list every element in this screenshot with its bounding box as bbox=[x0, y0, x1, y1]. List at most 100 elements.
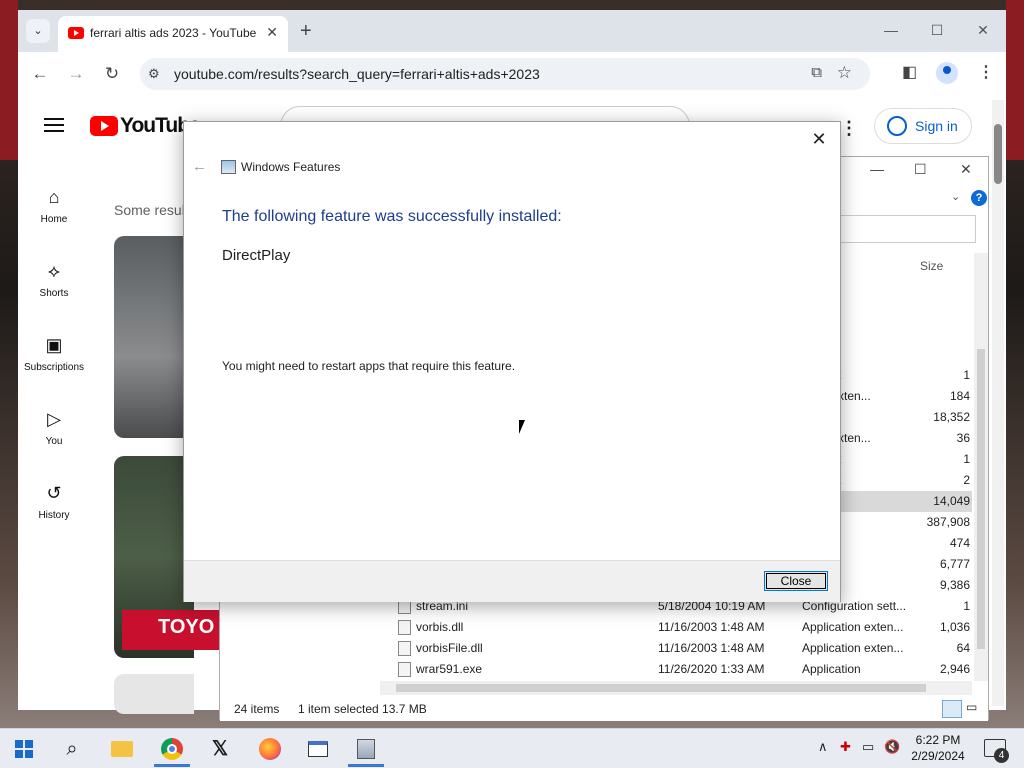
windows-features-icon bbox=[221, 160, 236, 174]
file-size: 474 bbox=[949, 536, 970, 550]
taskbar-x[interactable]: 𝕏 bbox=[198, 733, 242, 765]
shorts-icon: ⟡ bbox=[48, 261, 60, 281]
nav-shorts[interactable]: ⟡ Shorts bbox=[18, 260, 90, 299]
dialog-heading: The following feature was successfully i… bbox=[222, 208, 562, 225]
notification-badge: 4 bbox=[994, 748, 1009, 763]
start-button[interactable] bbox=[2, 733, 46, 765]
file-row[interactable]: vorbisFile.dll 11/16/2003 1:48 AM Applicat… bbox=[380, 638, 972, 659]
subscriptions-icon: ▣ bbox=[45, 335, 63, 355]
firefox-icon bbox=[259, 738, 281, 760]
clock-date: 2/29/2024 bbox=[911, 749, 965, 763]
url-text[interactable]: youtube.com/results?search_query=ferrari… bbox=[174, 66, 540, 82]
nav-history-label: History bbox=[38, 510, 70, 521]
tab-search-button[interactable]: ⌄ bbox=[26, 19, 50, 43]
details-view-icon[interactable] bbox=[942, 700, 962, 718]
minimize-icon[interactable]: — bbox=[870, 161, 884, 177]
windows-features-icon bbox=[357, 739, 375, 759]
taskbar-firefox[interactable] bbox=[248, 733, 292, 765]
back-arrow-icon[interactable]: ← bbox=[192, 158, 207, 175]
nav-subscriptions[interactable]: ▣ Subscriptions bbox=[18, 334, 90, 373]
volume-muted-icon[interactable]: 🔇 bbox=[884, 739, 900, 755]
help-icon[interactable]: ? bbox=[971, 190, 987, 206]
scrollbar-thumb[interactable] bbox=[396, 684, 926, 692]
video-thumbnail[interactable] bbox=[114, 674, 194, 714]
windows-features-dialog: ✕ ← Windows Features The following featu… bbox=[183, 121, 841, 602]
file-date: 11/26/2020 1:33 AM bbox=[658, 662, 765, 676]
address-bar[interactable]: ⚙ youtube.com/results?search_query=ferra… bbox=[140, 58, 870, 90]
file-size: 9,386 bbox=[939, 578, 970, 592]
windows-logo-icon bbox=[15, 740, 33, 758]
security-icon[interactable]: ✚ bbox=[840, 739, 851, 755]
taskbar-notepad[interactable] bbox=[296, 733, 340, 765]
file-size: 1,036 bbox=[939, 620, 970, 634]
forward-icon[interactable]: → bbox=[64, 62, 88, 86]
scrollbar-thumb[interactable] bbox=[977, 349, 985, 649]
browser-toolbar: ← → ↻ ⚙ youtube.com/results?search_query… bbox=[18, 52, 1006, 96]
nav-history[interactable]: ↺ History bbox=[18, 482, 90, 521]
close-window-icon[interactable]: ✕ bbox=[968, 18, 998, 42]
file-name: vorbis.dll bbox=[416, 620, 464, 634]
minimize-icon[interactable]: — bbox=[876, 18, 906, 42]
profile-avatar-icon[interactable] bbox=[936, 62, 958, 84]
file-icon bbox=[398, 662, 411, 677]
close-tab-icon[interactable]: ✕ bbox=[266, 24, 278, 41]
file-size: 2 bbox=[963, 473, 970, 487]
file-icon bbox=[398, 620, 411, 635]
file-type: Application bbox=[802, 662, 861, 676]
bookmark-star-icon[interactable]: ☆ bbox=[837, 63, 852, 83]
search-button[interactable]: ⌕ bbox=[50, 733, 94, 765]
menu-hamburger-icon[interactable] bbox=[44, 118, 64, 132]
file-row[interactable]: wrar591.exe 11/26/2020 1:33 AM Application… bbox=[380, 659, 972, 680]
video-thumbnail[interactable] bbox=[114, 236, 194, 438]
file-size: 6,777 bbox=[939, 557, 970, 571]
browser-tab[interactable]: ferrari altis ads 2023 - YouTube ✕ bbox=[58, 16, 288, 52]
nav-home[interactable]: ⌂ Home bbox=[18, 186, 90, 225]
close-icon[interactable]: ✕ bbox=[804, 126, 834, 152]
maximize-icon[interactable]: ☐ bbox=[914, 161, 927, 178]
system-clock[interactable]: 6:22 PM 2/29/2024 bbox=[906, 732, 970, 764]
page-scrollbar[interactable] bbox=[992, 100, 1004, 706]
new-tab-button[interactable]: + bbox=[300, 19, 312, 43]
mouse-cursor-icon bbox=[519, 420, 531, 434]
taskbar-windows-features[interactable] bbox=[344, 733, 388, 767]
close-button[interactable]: Close bbox=[764, 571, 828, 591]
file-row[interactable]: vorbis.dll 11/16/2003 1:48 AM Application … bbox=[380, 617, 972, 638]
file-size: 14,049 bbox=[933, 494, 970, 508]
side-panel-icon[interactable]: ◧ bbox=[902, 62, 917, 82]
scrollbar-thumb[interactable] bbox=[994, 124, 1002, 184]
installed-feature-name: DirectPlay bbox=[222, 247, 291, 264]
site-info-icon[interactable]: ⚙ bbox=[148, 66, 160, 82]
horizontal-scrollbar[interactable] bbox=[380, 681, 972, 695]
dialog-footer: Close bbox=[184, 560, 840, 602]
taskbar-file-explorer[interactable] bbox=[100, 733, 144, 765]
column-header-size[interactable]: Size bbox=[920, 259, 943, 273]
nav-you-label: You bbox=[45, 436, 63, 447]
taskbar-chrome[interactable] bbox=[150, 733, 194, 767]
you-icon: ▷ bbox=[47, 409, 61, 429]
x-logo-icon: 𝕏 bbox=[211, 738, 229, 760]
close-window-icon[interactable]: ✕ bbox=[960, 161, 972, 178]
clock-time: 6:22 PM bbox=[915, 733, 961, 747]
more-options-icon[interactable]: ⋮ bbox=[840, 118, 858, 139]
youtube-logo-icon[interactable] bbox=[90, 116, 118, 136]
home-icon: ⌂ bbox=[48, 187, 60, 207]
explorer-search-box[interactable] bbox=[840, 215, 976, 243]
maximize-icon[interactable]: ☐ bbox=[922, 18, 952, 42]
network-icon[interactable]: ▭ bbox=[862, 739, 874, 755]
file-icon bbox=[398, 641, 411, 656]
large-icons-view-icon[interactable]: ▭ bbox=[966, 700, 984, 718]
status-bar: 24 items 1 item selected 13.7 MB ▭ bbox=[220, 697, 988, 721]
install-app-icon[interactable]: ⧉ bbox=[811, 64, 822, 81]
youtube-favicon-icon bbox=[68, 27, 84, 39]
chrome-menu-icon[interactable]: ⋮ bbox=[978, 62, 994, 82]
show-hidden-icons-icon[interactable]: ∧ bbox=[818, 739, 828, 755]
wallpaper-detail bbox=[1006, 0, 1024, 160]
nav-you[interactable]: ▷ You bbox=[18, 408, 90, 447]
back-icon[interactable]: ← bbox=[28, 62, 52, 86]
reload-icon[interactable]: ↻ bbox=[100, 62, 124, 86]
sign-in-button[interactable]: Sign in bbox=[874, 108, 972, 144]
vertical-scrollbar[interactable] bbox=[974, 253, 988, 681]
file-date: 11/16/2003 1:48 AM bbox=[658, 641, 765, 655]
expand-ribbon-icon[interactable]: ⌄ bbox=[951, 190, 960, 203]
notepad-icon bbox=[308, 741, 328, 757]
